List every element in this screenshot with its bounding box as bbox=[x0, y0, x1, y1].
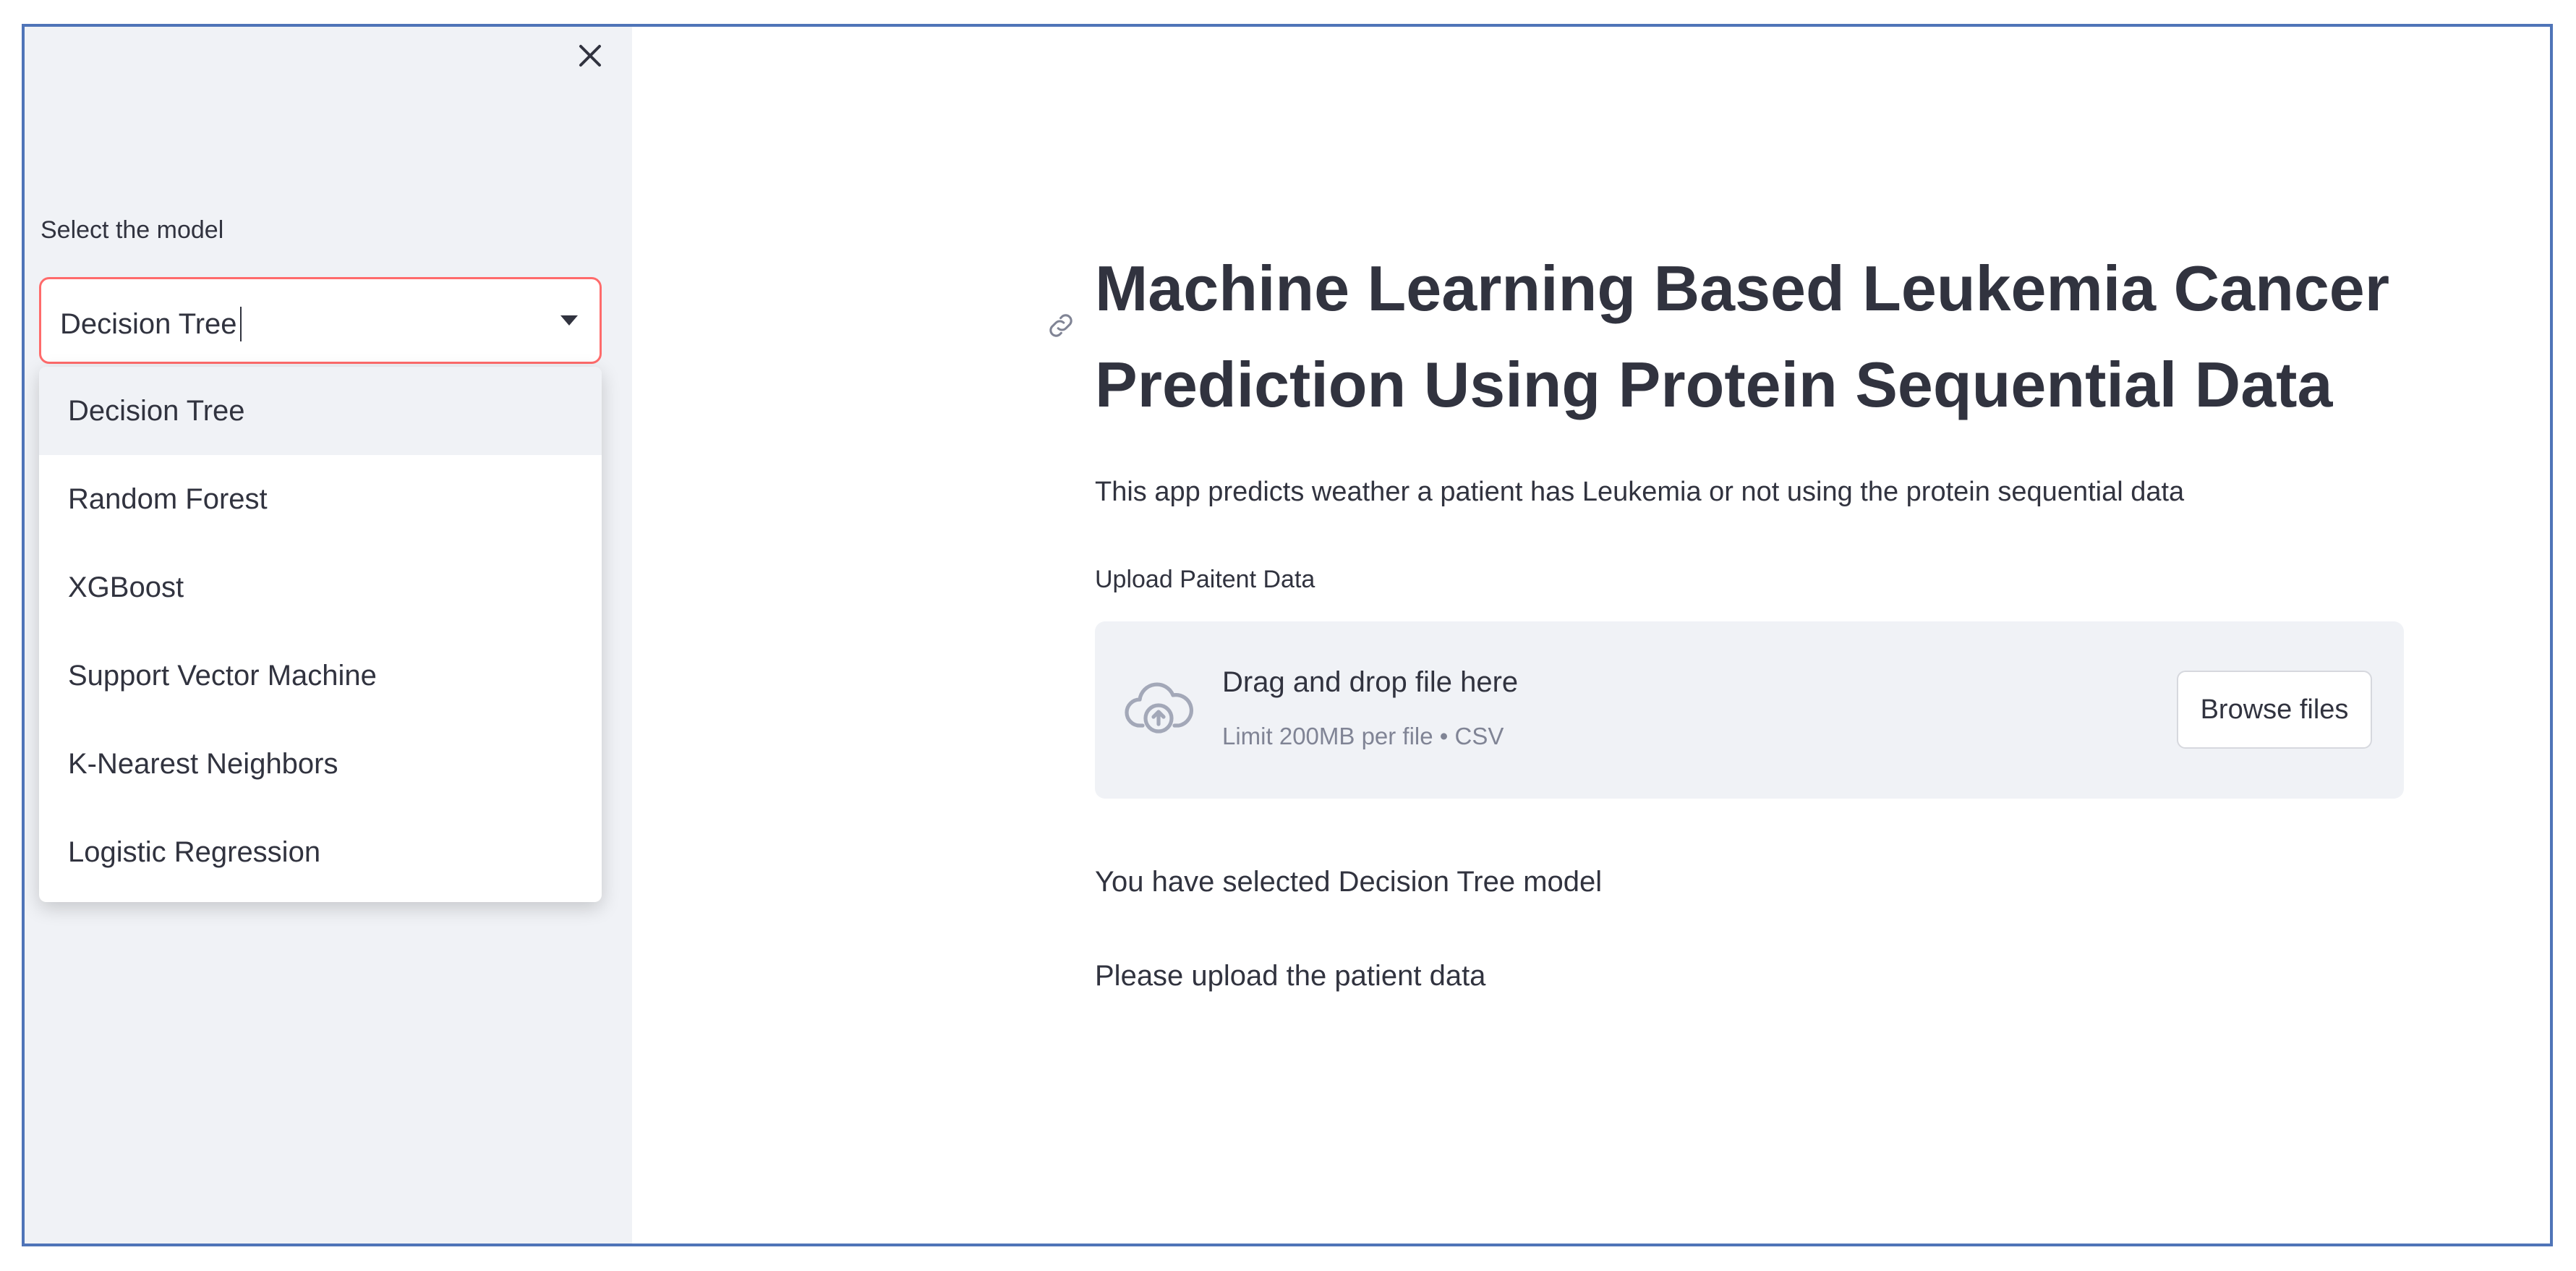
model-select-value[interactable]: Decision Tree bbox=[60, 307, 242, 341]
select-model-label: Select the model bbox=[40, 216, 224, 244]
sidebar: Select the model Decision Tree Decision … bbox=[25, 27, 632, 1244]
selected-model-message: You have selected Decision Tree model bbox=[1095, 866, 1603, 898]
upload-label: Upload Paitent Data bbox=[1095, 566, 1315, 593]
browse-files-button[interactable]: Browse files bbox=[2177, 671, 2372, 749]
close-icon bbox=[579, 45, 601, 67]
close-sidebar-button[interactable] bbox=[568, 34, 612, 77]
app-frame: Select the model Decision Tree Decision … bbox=[22, 24, 2553, 1246]
main-content: Machine Learning Based Leukemia Cancer P… bbox=[632, 27, 2550, 1244]
model-select-text: Decision Tree bbox=[60, 307, 237, 340]
app-description: This app predicts weather a patient has … bbox=[1095, 477, 2185, 507]
model-dropdown-menu: Decision Tree Random Forest XGBoost Supp… bbox=[39, 367, 602, 902]
file-dropzone[interactable]: Drag and drop file here Limit 200MB per … bbox=[1095, 621, 2404, 799]
model-option-k-nearest-neighbors[interactable]: K-Nearest Neighbors bbox=[39, 720, 602, 808]
model-option-xgboost[interactable]: XGBoost bbox=[39, 543, 602, 632]
text-caret bbox=[239, 307, 242, 341]
dropzone-title: Drag and drop file here bbox=[1222, 666, 1519, 698]
cloud-upload-icon bbox=[1125, 682, 1193, 734]
upload-prompt-message: Please upload the patient data bbox=[1095, 960, 1486, 992]
link-icon[interactable] bbox=[1044, 309, 1078, 342]
model-option-support-vector-machine[interactable]: Support Vector Machine bbox=[39, 632, 602, 720]
model-select[interactable]: Decision Tree bbox=[39, 277, 602, 364]
dropzone-limit: Limit 200MB per file • CSV bbox=[1222, 723, 1504, 749]
page-title: Machine Learning Based Leukemia Cancer P… bbox=[1095, 252, 2389, 420]
model-option-decision-tree[interactable]: Decision Tree bbox=[39, 367, 602, 455]
chevron-down-icon[interactable] bbox=[560, 315, 578, 326]
model-option-logistic-regression[interactable]: Logistic Regression bbox=[39, 808, 602, 896]
model-option-random-forest[interactable]: Random Forest bbox=[39, 455, 602, 543]
